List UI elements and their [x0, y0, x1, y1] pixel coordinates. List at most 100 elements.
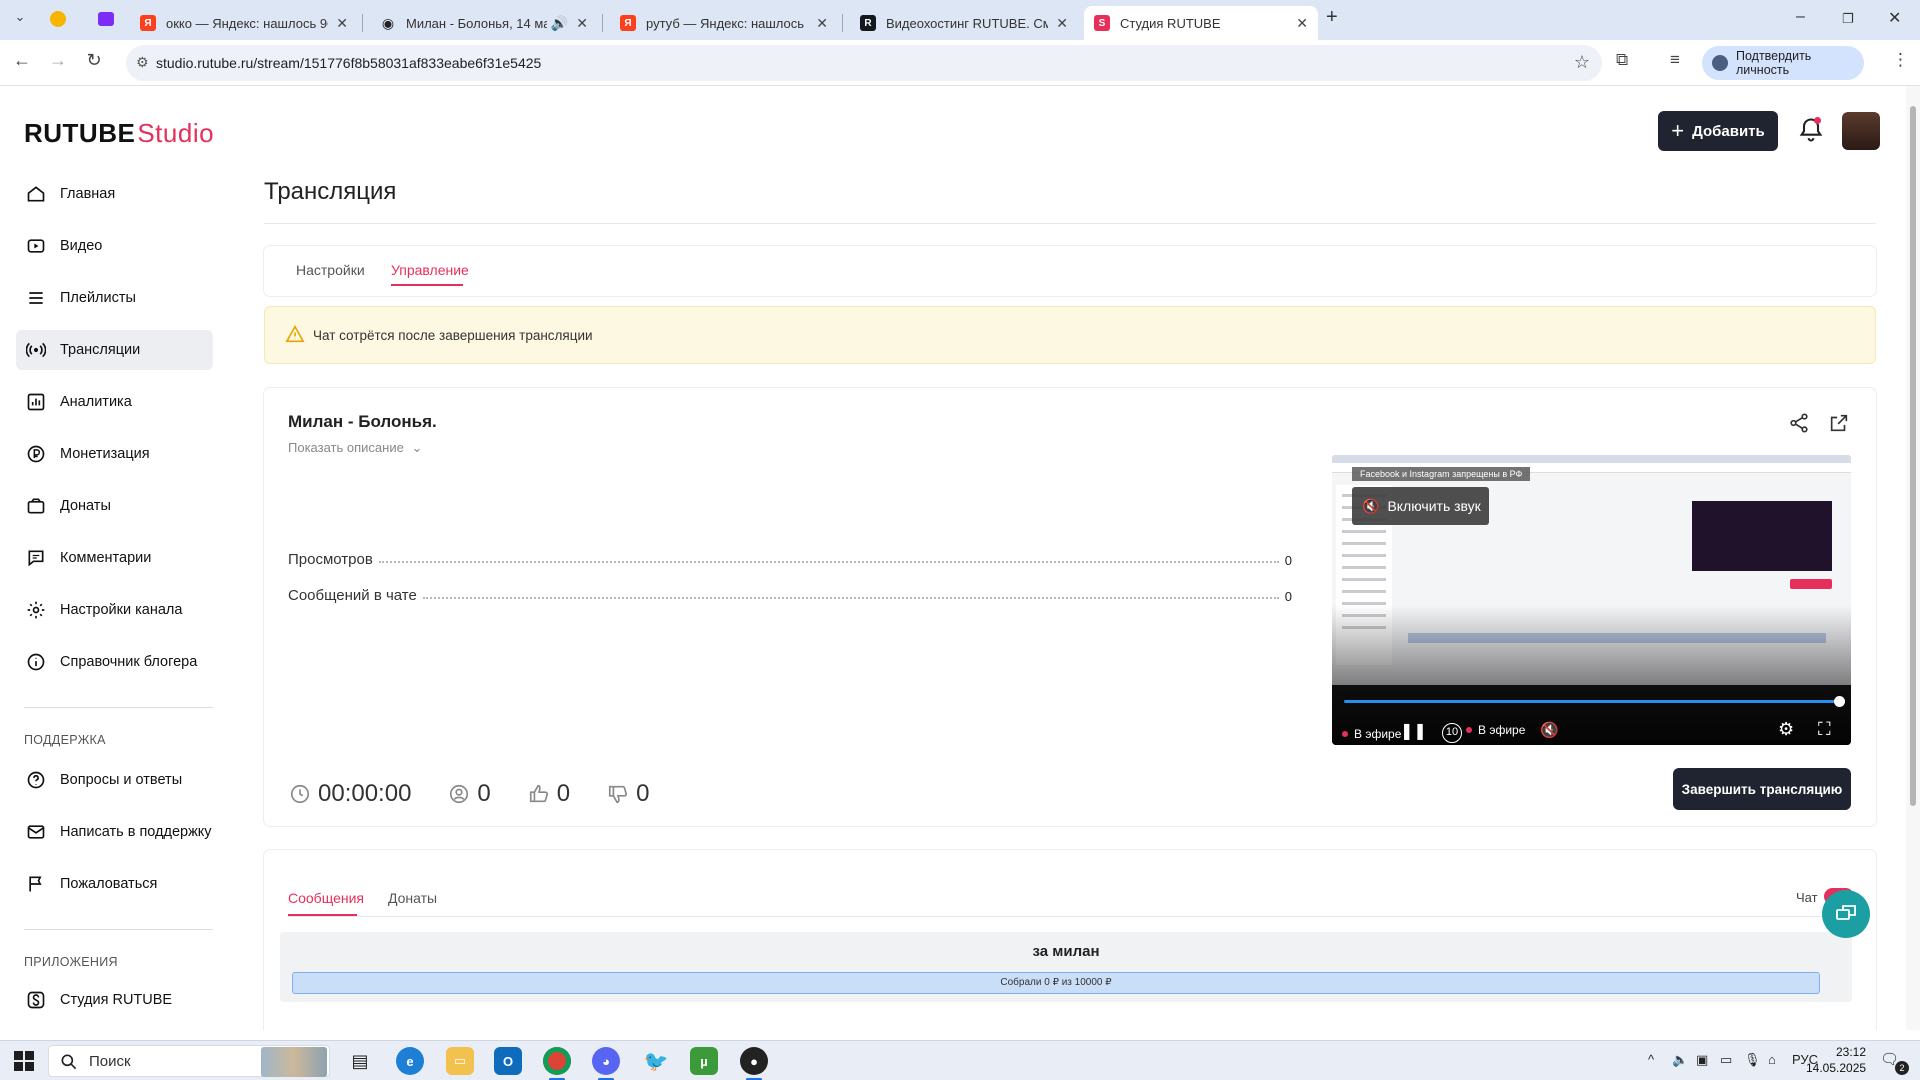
sidebar-item-playlists[interactable]: Плейлисты	[16, 278, 213, 318]
viewer-icon	[447, 782, 471, 806]
verify-label: Подтвердить личность	[1736, 49, 1812, 77]
title-divider	[264, 223, 1876, 224]
extensions-icon[interactable]: ⧉	[1616, 50, 1628, 70]
fullscreen-icon[interactable]: ⛶	[1818, 719, 1831, 740]
progress-knob[interactable]	[1834, 696, 1845, 707]
sidebar-item-write-support[interactable]: Написать в поддержку	[16, 812, 213, 852]
sidebar-item-analytics[interactable]: Аналитика	[16, 382, 213, 422]
sidebar-item-video[interactable]: Видео	[16, 226, 213, 266]
obs-icon[interactable]: ●	[740, 1047, 768, 1075]
close-icon[interactable]: ✕	[576, 15, 588, 32]
tab-messages[interactable]: Сообщения	[288, 890, 364, 906]
tab-settings[interactable]: Настройки	[296, 262, 365, 278]
avatar[interactable]	[1842, 112, 1880, 150]
bookmark-star-icon[interactable]: ☆	[1574, 52, 1590, 73]
back-icon[interactable]: ←	[10, 50, 34, 71]
skip-forward-icon[interactable]: 10	[1442, 723, 1462, 743]
video-player[interactable]: Facebook и Instagram запрещены в РФ 🔇 Вк…	[1332, 455, 1851, 745]
browser-tab[interactable]: Я рутуб — Яндекс: нашлось 2 м ✕	[610, 6, 838, 40]
edge-icon[interactable]: e	[396, 1047, 424, 1075]
forward-icon[interactable]: →	[46, 50, 70, 71]
sidebar-item-comments[interactable]: Комментарии	[16, 538, 213, 578]
file-explorer-icon[interactable]: ▭	[446, 1047, 474, 1075]
share-icon[interactable]	[1788, 412, 1810, 434]
sidebar-item-blogger-guide[interactable]: Справочник блогера	[16, 642, 213, 682]
sidebar-item-label: Аналитика	[60, 394, 132, 410]
browser-tab[interactable]: ◉ Милан - Болонья, 14 мая 2 🔊 ✕	[370, 6, 598, 40]
microphone-icon[interactable]: 🎙	[1744, 1052, 1761, 1068]
help-icon	[24, 768, 48, 792]
site-info-icon[interactable]: ⚙	[136, 54, 149, 71]
external-link-icon[interactable]	[1828, 412, 1850, 434]
sidebar-item-broadcasts[interactable]: Трансляции	[16, 330, 213, 370]
network-icon[interactable]: ⌂	[1768, 1052, 1776, 1067]
browser-menu-icon[interactable]: ⋮	[1892, 50, 1909, 70]
show-description-toggle[interactable]: Показать описание ⌄	[288, 440, 422, 456]
settings-icon[interactable]: ⚙	[1778, 719, 1794, 740]
sidebar-item-home[interactable]: Главная	[16, 174, 213, 214]
info-icon	[24, 650, 48, 674]
help-chat-button[interactable]	[1822, 890, 1870, 938]
pinned-tab-icon[interactable]	[98, 12, 114, 26]
finish-stream-button[interactable]: Завершить трансляцию	[1673, 768, 1851, 810]
taskbar-clock[interactable]: 23:12 14.05.2025	[1806, 1044, 1866, 1076]
verify-identity-button[interactable]: Подтвердить личность	[1702, 46, 1864, 80]
progress-bar[interactable]	[1344, 700, 1842, 703]
pause-icon[interactable]: ❚❚	[1400, 721, 1427, 741]
browser-tab-active[interactable]: S Студия RUTUBE ✕	[1084, 6, 1318, 40]
sidebar-item-faq[interactable]: Вопросы и ответы	[16, 760, 213, 800]
tab-management[interactable]: Управление	[391, 262, 469, 278]
sidebar-item-channel-settings[interactable]: Настройки канала	[16, 590, 213, 630]
sidebar-item-donations[interactable]: Донаты	[16, 486, 213, 526]
close-icon[interactable]: ✕	[336, 15, 348, 32]
live-dot	[1342, 731, 1348, 737]
yandex-icon: Я	[140, 15, 156, 31]
reload-icon[interactable]: ↻	[82, 50, 106, 71]
utorrent-icon[interactable]: µ	[690, 1047, 718, 1075]
taskbar-search[interactable]: Поиск	[48, 1045, 330, 1077]
browser-tab[interactable]: Я окко — Яндекс: нашлось 963 ✕	[130, 6, 358, 40]
close-icon[interactable]: ✕	[816, 15, 828, 32]
live-indicator[interactable]: В эфире	[1466, 723, 1525, 737]
chrome-icon[interactable]	[543, 1047, 571, 1075]
close-icon[interactable]: ✕	[1056, 15, 1068, 32]
new-tab-icon[interactable]: +	[1326, 6, 1338, 29]
camera-icon[interactable]: ▣	[1696, 1052, 1708, 1068]
sidebar-item-studio-app[interactable]: Студия RUTUBE	[16, 980, 213, 1020]
meet-icon[interactable]: ▭	[1720, 1052, 1732, 1068]
address-bar[interactable]: ⚙ studio.rutube.ru/stream/151776f8b58031…	[126, 45, 1602, 81]
speaker-icon[interactable]: 🔈	[1672, 1052, 1688, 1068]
outlook-icon[interactable]: O	[494, 1047, 522, 1075]
audio-icon[interactable]: 🔊	[551, 15, 568, 32]
twitter-icon[interactable]: 🐦	[642, 1047, 670, 1075]
sidebar-item-monetization[interactable]: Монетизация	[16, 434, 213, 474]
discord-icon[interactable]: ◕	[592, 1047, 620, 1075]
add-button[interactable]: + Добавить	[1658, 111, 1778, 151]
logo-main: RUTUBE	[24, 118, 136, 148]
broadcast-icon	[24, 338, 48, 362]
show-description-label: Показать описание	[288, 440, 404, 455]
volume-muted-icon[interactable]: 🔇	[1540, 721, 1559, 739]
tab-search-icon[interactable]: ⌄	[8, 9, 32, 25]
tab-donations[interactable]: Донаты	[388, 890, 437, 906]
windows-start-icon[interactable]	[14, 1051, 34, 1071]
minimize-icon[interactable]: –	[1796, 8, 1805, 26]
clock-time: 23:12	[1835, 1045, 1866, 1059]
close-window-icon[interactable]: ✕	[1888, 8, 1901, 28]
close-icon[interactable]: ✕	[1296, 15, 1308, 32]
restore-icon[interactable]: ❐	[1842, 11, 1854, 27]
task-view-icon[interactable]: ▤	[346, 1047, 374, 1075]
settings-icon	[24, 598, 48, 622]
viewers-metric: 0	[447, 780, 491, 808]
sidebar-item-label: Вопросы и ответы	[60, 772, 183, 788]
pinned-tab-icon[interactable]	[50, 11, 66, 27]
tray-chevron-icon[interactable]: ^	[1648, 1052, 1654, 1067]
sidebar-item-report[interactable]: Пожаловаться	[16, 864, 213, 904]
unmute-button[interactable]: 🔇 Включить звук	[1352, 487, 1489, 525]
rutube-studio-logo[interactable]: RUTUBEStudio	[24, 118, 214, 149]
url-text[interactable]: studio.rutube.ru/stream/151776f8b58031af…	[156, 55, 541, 71]
scrollbar-thumb[interactable]	[1910, 106, 1916, 806]
media-controls-icon[interactable]: ≡	[1670, 50, 1680, 70]
stream-title: Милан - Болонья.	[288, 412, 437, 431]
browser-tab[interactable]: R Видеохостинг RUTUBE. Смотр ✕	[850, 6, 1078, 40]
